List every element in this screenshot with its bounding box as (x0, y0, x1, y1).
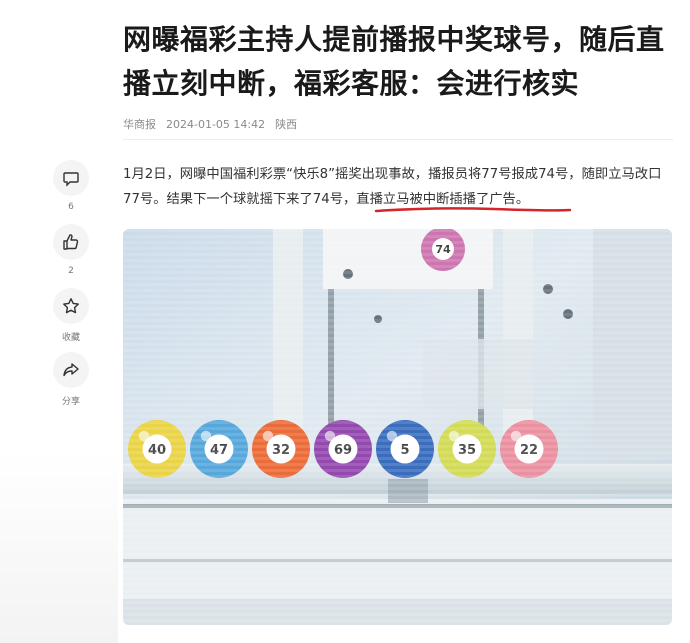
glare-overlay (123, 229, 672, 625)
article-body-highlight: 直播立马被中断插播了广告。 (356, 192, 530, 207)
article-body: 1月2日，网曝中国福利彩票“快乐8”摇奖出现事故，播报员将77号报成74号，随即… (123, 162, 671, 212)
share-button[interactable]: 分享 (46, 352, 96, 407)
comment-button[interactable]: 6 (46, 160, 96, 212)
favorite-label: 收藏 (61, 333, 80, 343)
like-button[interactable]: 2 (46, 224, 96, 276)
meta-divider (123, 139, 673, 140)
article-title: 网曝福彩主持人提前播报中奖球号，随后直播立刻中断，福彩客服：会进行核实 (123, 23, 665, 100)
lottery-machine-scene: 74 4047326953522 (123, 229, 672, 625)
article-region: 陕西 (275, 118, 298, 131)
comment-icon (53, 160, 89, 196)
like-count: 2 (68, 266, 74, 276)
article-date: 2024-01-05 14:42 (166, 117, 266, 131)
share-arrow-icon (53, 352, 89, 388)
favorite-button[interactable]: 收藏 (46, 288, 96, 343)
comment-count: 6 (68, 202, 74, 212)
star-icon (53, 288, 89, 324)
article-source[interactable]: 华商报 (123, 116, 156, 132)
thumbs-up-icon (53, 224, 89, 260)
article-meta: 华商报 2024-01-05 14:42 陕西 (123, 116, 297, 132)
share-label: 分享 (61, 397, 80, 407)
lottery-draw-photo[interactable]: 74 4047326953522 (123, 229, 672, 625)
